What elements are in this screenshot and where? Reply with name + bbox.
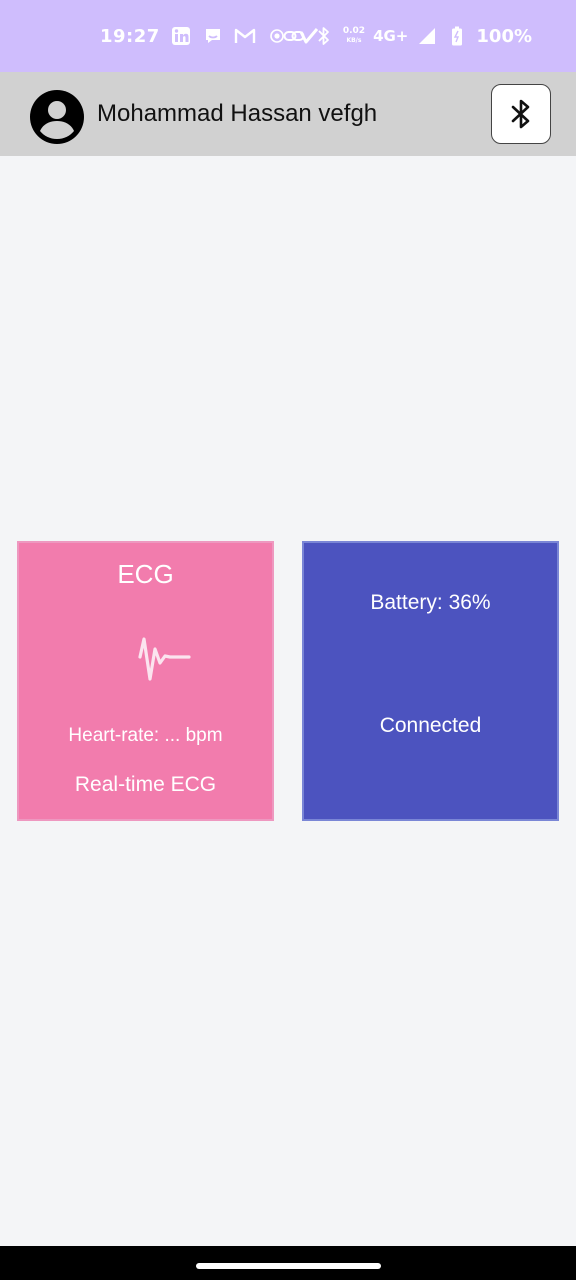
network-speed-unit: KB/s — [346, 37, 362, 44]
signal-icon — [416, 25, 438, 47]
device-status-card[interactable]: Battery: 36% Connected — [302, 541, 559, 821]
messenger-icon — [202, 25, 224, 47]
ecg-waveform-icon — [138, 633, 192, 683]
linkedin-icon — [170, 25, 192, 47]
status-bar: 19:27 0.02 KB/s 4G+ 100% — [0, 0, 576, 72]
link-icon — [283, 25, 305, 47]
device-battery-text: Battery: 36% — [370, 591, 491, 614]
status-right: 0.02 KB/s 4G+ 100% — [283, 0, 532, 72]
app-bar: Mohammad Hassan vefgh — [0, 72, 576, 156]
battery-percent: 100% — [476, 25, 532, 47]
bluetooth-icon — [313, 25, 335, 47]
network-speed-value: 0.02 — [342, 26, 366, 36]
heart-rate-text: Heart-rate: ... bpm — [68, 725, 223, 746]
bluetooth-button[interactable] — [491, 84, 551, 144]
network-speed: 0.02 KB/s — [343, 27, 365, 45]
status-time: 19:27 — [100, 25, 160, 47]
gmail-icon — [234, 25, 256, 47]
account-circle-icon[interactable] — [30, 90, 84, 144]
realtime-ecg-label[interactable]: Real-time ECG — [19, 773, 272, 797]
connection-status-text: Connected — [379, 714, 482, 737]
bluetooth-icon — [511, 99, 530, 129]
user-name: Mohammad Hassan vefgh — [97, 100, 378, 127]
ecg-card[interactable]: ECG Heart-rate: ... bpm Real-time ECG — [17, 541, 274, 821]
network-type: 4G+ — [373, 27, 409, 45]
navigation-bar — [0, 1246, 576, 1280]
home-indicator[interactable] — [196, 1263, 381, 1269]
battery-icon — [446, 25, 468, 47]
ecg-card-title: ECG — [117, 559, 174, 589]
